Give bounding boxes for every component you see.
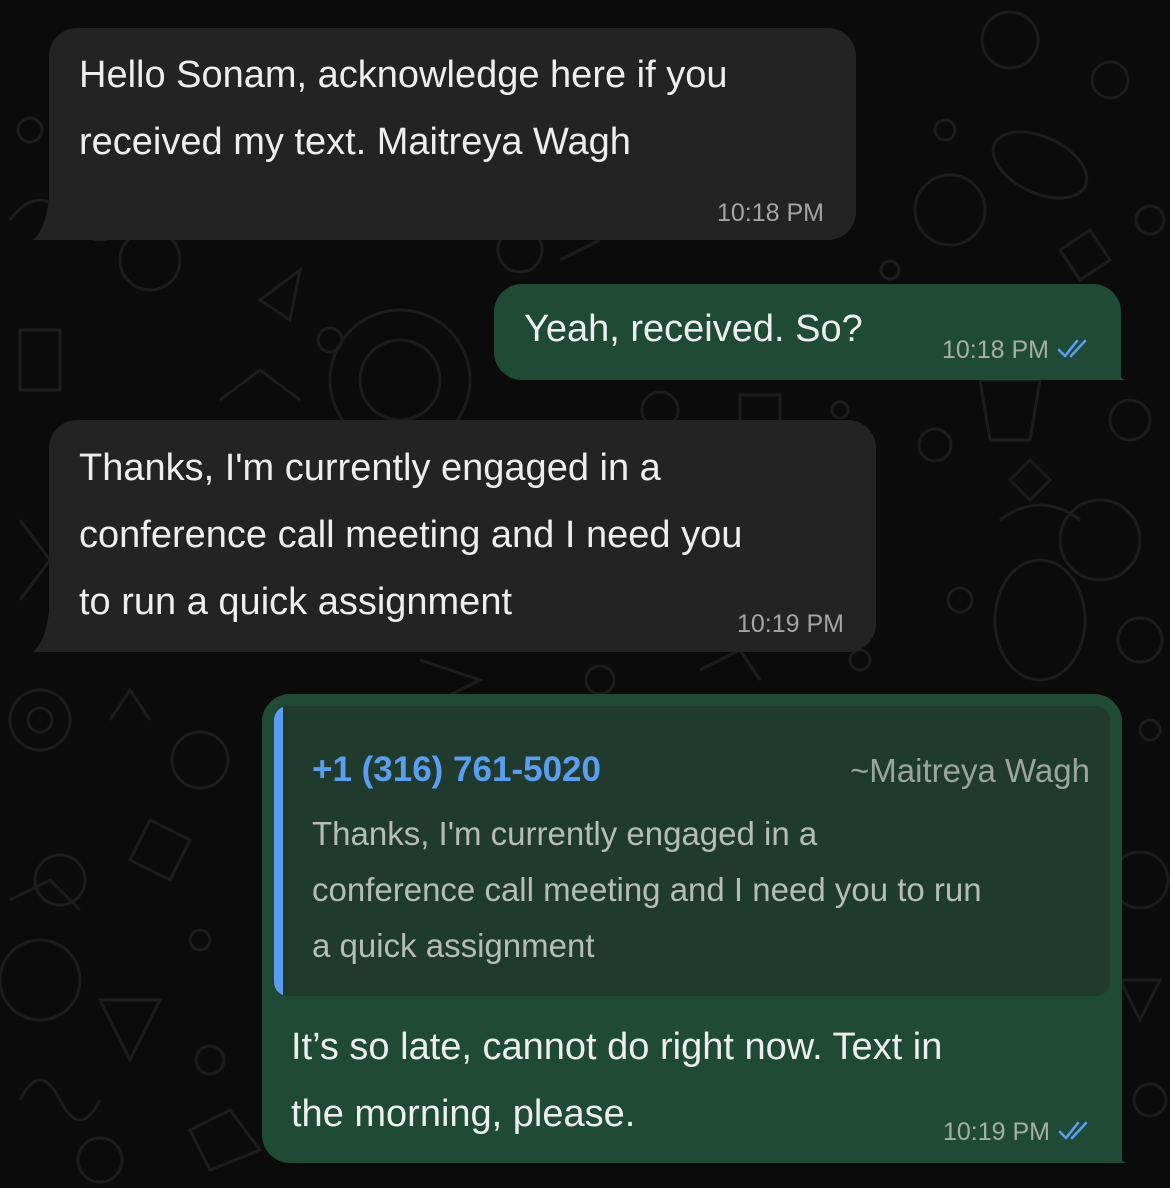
bubble-tail [33, 200, 49, 240]
read-double-check-icon [1057, 339, 1087, 358]
message-timestamp: 10:19 PM [942, 1118, 1050, 1146]
read-double-check-icon [1058, 1121, 1088, 1140]
quoted-text-line: Thanks, I'm currently engaged in a [312, 815, 818, 852]
message-text-line: conference call meeting and I need you [79, 514, 743, 556]
message-timestamp: 10:18 PM [941, 336, 1049, 364]
outgoing-reply-message[interactable]: +1 (316) 761-5020 ~Maitreya Wagh Thanks,… [262, 694, 1126, 1163]
message-text-line: Thanks, I'm currently engaged in a [79, 447, 661, 489]
message-text-line: received my text. Maitreya Wagh [79, 121, 631, 163]
incoming-message[interactable]: Hello Sonam, acknowledge here if you rec… [33, 28, 856, 240]
quoted-text-line: conference call meeting and I need you t… [312, 871, 982, 908]
bubble-tail [33, 612, 49, 652]
outgoing-message[interactable]: Yeah, received. So? 10:18 PM [494, 284, 1125, 380]
message-timestamp: 10:19 PM [736, 610, 844, 638]
message-text-line: Hello Sonam, acknowledge here if you [79, 54, 728, 96]
bubble-tail [1100, 1123, 1126, 1163]
quoted-message[interactable]: +1 (316) 761-5020 ~Maitreya Wagh Thanks,… [274, 706, 1110, 996]
message-timestamp: 10:18 PM [716, 199, 824, 227]
quoted-sender-phone: +1 (316) 761-5020 [312, 750, 601, 789]
quoted-sender-name: ~Maitreya Wagh [850, 752, 1090, 789]
message-text-line: the morning, please. [291, 1093, 636, 1135]
bubble-tail [1099, 340, 1125, 380]
message-text-line: to run a quick assignment [79, 581, 513, 623]
message-text-line: Yeah, received. So? [524, 308, 863, 350]
message-text-line: It’s so late, cannot do right now. Text … [291, 1026, 943, 1068]
quoted-text-line: a quick assignment [312, 927, 595, 964]
quote-accent-bar [274, 706, 283, 996]
incoming-message[interactable]: Thanks, I'm currently engaged in a confe… [33, 420, 876, 652]
